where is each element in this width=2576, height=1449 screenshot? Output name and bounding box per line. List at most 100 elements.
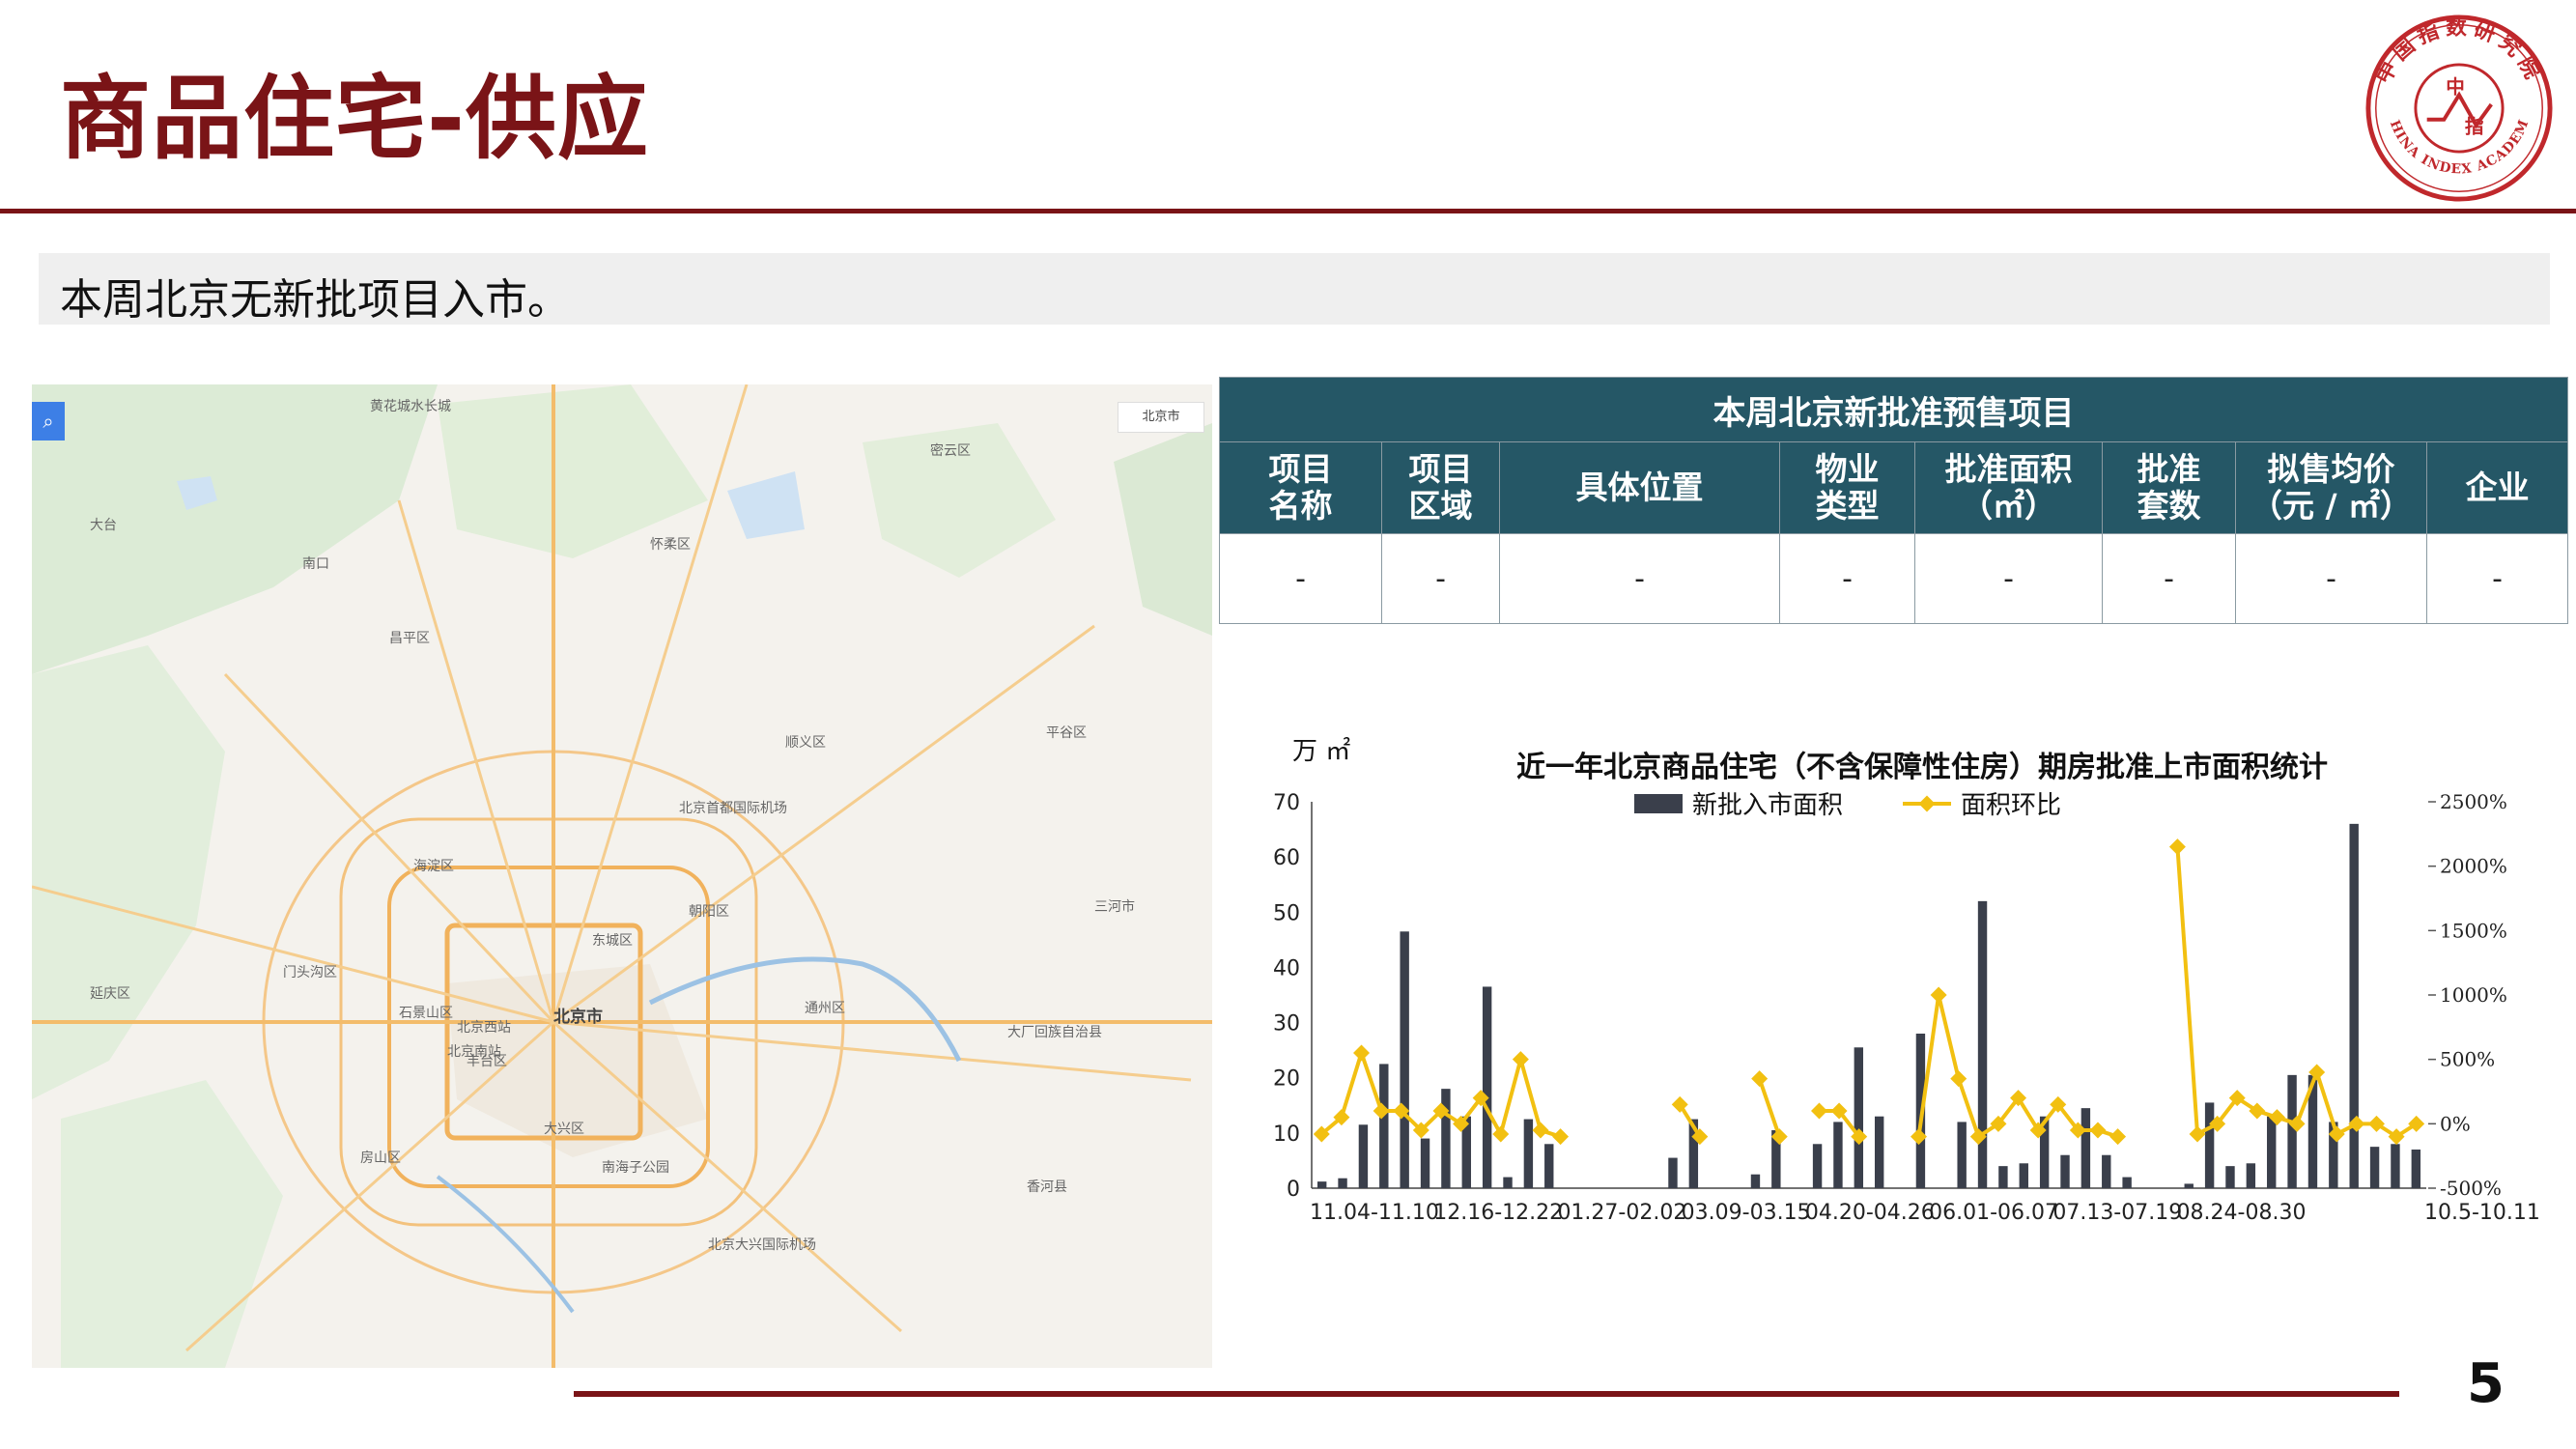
map-label: 房山区 xyxy=(360,1151,401,1166)
y-tick-label: 10 xyxy=(1273,1122,1300,1147)
bar xyxy=(2204,1102,2215,1188)
bar xyxy=(2060,1154,2070,1188)
ratio-point xyxy=(1751,1070,1769,1088)
map-label: 北京南站 xyxy=(447,1044,501,1060)
map-label: 北京市 xyxy=(553,1008,603,1027)
x-tick-label: 01.27-02.02 xyxy=(1557,1201,1686,1225)
svg-text:中: 中 xyxy=(2446,75,2465,98)
map-label: 怀柔区 xyxy=(650,537,691,553)
map-label: 通州区 xyxy=(805,1001,845,1016)
legend-bar-swatch xyxy=(1634,794,1683,813)
bar xyxy=(2267,1116,2277,1188)
title-divider xyxy=(0,209,2576,213)
page-number: 5 xyxy=(2467,1352,2505,1415)
table-header-cell: 具体位置 xyxy=(1499,441,1780,534)
x-tick-label: 10.5-10.11 xyxy=(2424,1201,2540,1225)
y2-tick-label: 2000% xyxy=(2440,855,2507,878)
map-label: 北京首都国际机场 xyxy=(679,801,787,816)
table-cell: - xyxy=(2426,533,2568,624)
svg-text:指: 指 xyxy=(2465,115,2484,137)
bar xyxy=(1544,1144,1554,1188)
map-label: 石景山区 xyxy=(399,1006,453,1021)
ratio-point xyxy=(1532,1122,1549,1139)
y-tick-label: 0 xyxy=(1287,1178,1300,1202)
bar xyxy=(1833,1122,1843,1188)
map-search-icon[interactable]: ⌕ xyxy=(32,402,65,440)
bar xyxy=(1668,1157,1678,1188)
bar xyxy=(2122,1177,2132,1188)
bar xyxy=(1523,1119,1534,1188)
table-cell: - xyxy=(1219,533,1382,624)
page-title: 商品住宅-供应 xyxy=(60,67,650,172)
legend-label: 新批入市面积 xyxy=(1692,791,1843,820)
table-caption: 本周北京新批准预售项目 xyxy=(1219,377,2568,442)
ratio-line xyxy=(2175,846,2418,1140)
table-header-cell: 项目 区域 xyxy=(1381,441,1500,534)
y2-tick-label: 1000% xyxy=(2440,983,2507,1007)
ratio-point xyxy=(2189,1125,2206,1143)
bar xyxy=(1998,1166,2008,1188)
table-row: -------- xyxy=(1219,533,2568,624)
map-label: 黄花城水长城 xyxy=(370,399,451,414)
map-label: 密云区 xyxy=(930,443,971,459)
x-tick-label: 06.01-06.07 xyxy=(1929,1201,2058,1225)
y2-tick-label: 500% xyxy=(2440,1048,2495,1071)
ratio-point xyxy=(1492,1125,1510,1143)
ratio-point xyxy=(1930,986,1947,1004)
bar xyxy=(2081,1108,2091,1188)
ratio-point xyxy=(1950,1070,1967,1088)
table-header-cell: 物业 类型 xyxy=(1779,441,1915,534)
map-label: 昌平区 xyxy=(389,631,430,646)
legend-label: 面积环比 xyxy=(1961,791,2061,820)
x-tick-label: 07.13-07.19 xyxy=(2052,1201,2182,1225)
chart-title: 近一年北京商品住宅（不含保障性住房）期房批准上市面积统计 xyxy=(1516,751,2328,784)
x-tick-label: 08.24-08.30 xyxy=(2177,1201,2307,1225)
summary-text: 本周北京无新批项目入市。 xyxy=(60,275,570,325)
bar xyxy=(2184,1183,2194,1188)
table-header-cell: 批准 套数 xyxy=(2102,441,2236,534)
presale-projects-table: 本周北京新批准预售项目 项目 名称 项目 区域 具体位置 物业 类型 批准面积 （㎡） 批准 套数拟… xyxy=(1219,377,2568,624)
bar xyxy=(1400,931,1409,1188)
y-tick-label: 50 xyxy=(1273,901,1300,925)
x-tick-label: 04.20-04.26 xyxy=(1805,1201,1935,1225)
footer-divider xyxy=(574,1391,2399,1397)
chart-ylabel: 万 ㎡ xyxy=(1292,737,1350,766)
y-tick-label: 30 xyxy=(1273,1012,1300,1037)
china-index-academy-logo: 中 指 中国指数研究院 CHINA INDEX ACADEMY xyxy=(2364,14,2553,202)
summary-box: 本周北京无新批项目入市。 xyxy=(39,253,2550,325)
x-tick-label: 11.04-11.10 xyxy=(1310,1201,1439,1225)
bar xyxy=(2019,1163,2028,1188)
table-cell: - xyxy=(2102,533,2236,624)
table-cell: - xyxy=(1914,533,2103,624)
bar xyxy=(1482,986,1492,1188)
bar xyxy=(2246,1163,2256,1188)
map-label: 北京西站 xyxy=(457,1020,511,1036)
map-label: 海淀区 xyxy=(413,859,454,874)
bar xyxy=(1316,1181,1327,1188)
ratio-point xyxy=(2109,1128,2127,1146)
y2-tick-label: 1500% xyxy=(2440,919,2507,942)
bar xyxy=(1420,1138,1430,1188)
map-label: 三河市 xyxy=(1094,899,1135,915)
ratio-point xyxy=(2089,1122,2107,1139)
beijing-map[interactable]: ⌕ 北京市 黄花城水长城 延庆区 昌平区 怀柔区 密云区 平谷区 顺义区 海淀区 门头沟区 朝阳区… xyxy=(32,384,1212,1368)
ratio-point xyxy=(1512,1051,1529,1068)
ratio-point xyxy=(1552,1128,1570,1146)
bar xyxy=(1854,1047,1864,1188)
bar xyxy=(1750,1174,1761,1188)
bar xyxy=(1874,1116,1884,1188)
bar xyxy=(1358,1124,1369,1188)
map-label: 平谷区 xyxy=(1046,725,1087,741)
map-city-select[interactable]: 北京市 xyxy=(1118,402,1204,433)
y2-tick-label: 0% xyxy=(2440,1112,2471,1135)
table-cell: - xyxy=(1779,533,1915,624)
bar xyxy=(1441,1089,1451,1188)
map-label: 顺义区 xyxy=(785,735,826,751)
map-label: 北京大兴国际机场 xyxy=(708,1237,816,1253)
map-label: 门头沟区 xyxy=(283,965,337,980)
table-header-cell: 企业 xyxy=(2426,441,2568,534)
table-header-cell: 项目 名称 xyxy=(1219,441,1382,534)
table-header-cell: 批准面积 （㎡） xyxy=(1914,441,2103,534)
map-label: 香河县 xyxy=(1027,1179,1067,1195)
y-tick-label: 60 xyxy=(1273,846,1300,870)
